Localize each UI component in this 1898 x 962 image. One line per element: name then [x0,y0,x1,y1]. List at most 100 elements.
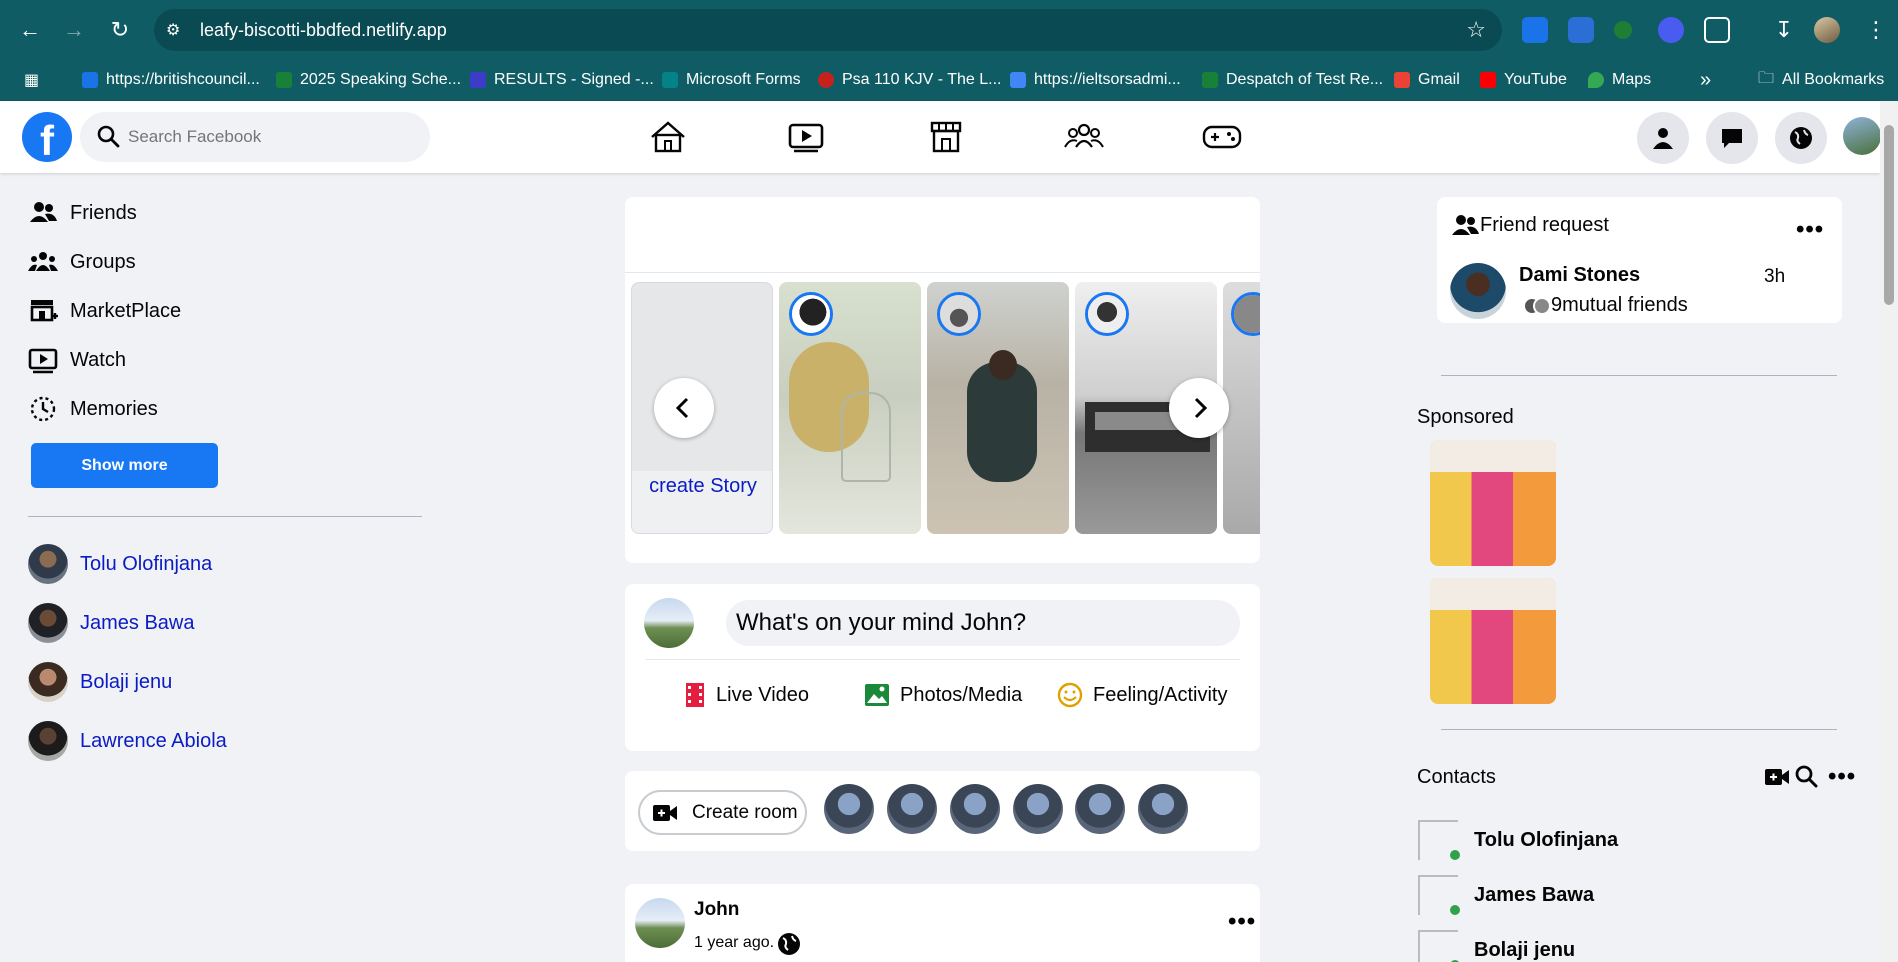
search-input[interactable] [128,124,408,150]
composer-avatar [644,598,694,648]
contacts-options-icon[interactable]: ••• [1828,763,1856,791]
stories-next-button[interactable] [1169,378,1229,438]
page-scrollbar[interactable] [1880,101,1898,962]
sidebar-item-groups[interactable]: Groups [28,245,136,279]
groups-icon[interactable] [1062,115,1106,159]
room-avatar[interactable] [1075,784,1125,834]
search-box[interactable] [80,112,430,162]
contacts-title: Contacts [1417,766,1496,788]
story-card[interactable] [927,282,1069,534]
story-card[interactable] [779,282,921,534]
home-icon[interactable] [646,115,690,159]
smiley-icon [1057,682,1083,708]
menu-kebab-icon[interactable]: ⋮ [1860,14,1892,46]
request-name[interactable]: Dami Stones [1519,264,1640,287]
extension-icon[interactable] [1658,17,1684,43]
marketplace-icon[interactable] [924,115,968,159]
request-time: 3h [1764,266,1786,287]
favicon-icon [1202,72,1218,88]
post-options-icon[interactable]: ••• [1228,908,1256,936]
account-avatar[interactable] [1843,117,1881,155]
sidebar-item-watch[interactable]: Watch [28,343,126,377]
bookmark-item[interactable]: Psa 110 KJV - The L... [818,69,1002,91]
globe-button[interactable] [1775,112,1827,164]
extension-icon[interactable] [1568,17,1594,43]
bookmark-item[interactable]: Microsoft Forms [662,69,801,91]
reload-icon[interactable]: ↻ [104,14,136,46]
room-avatar[interactable] [1013,784,1063,834]
youtube-icon [1480,72,1496,88]
messenger-button[interactable] [1706,112,1758,164]
download-icon[interactable]: ↧ [1768,14,1800,46]
scrollbar-thumb[interactable] [1884,125,1894,305]
url-text[interactable]: leafy-biscotti-bbdfed.netlify.app [200,20,447,41]
sidebar-friend[interactable]: Tolu Olofinjana [28,544,212,584]
bookmark-item[interactable]: 2025 Speaking Sche... [276,69,461,91]
bookmark-star-icon[interactable]: ☆ [1466,17,1486,43]
live-video-button[interactable]: Live Video [684,680,809,710]
sidebar-friend[interactable]: Lawrence Abiola [28,721,227,761]
globe-icon [778,933,800,955]
site-info-icon[interactable]: ⚙ [166,20,186,40]
room-avatar[interactable] [887,784,937,834]
room-avatar[interactable] [1138,784,1188,834]
room-avatar[interactable] [824,784,874,834]
extension-icon[interactable] [1522,17,1548,43]
bookmark-item[interactable]: YouTube [1480,69,1567,91]
post-author-avatar[interactable] [635,898,685,948]
sidebar-item-marketplace[interactable]: MarketPlace [28,294,181,328]
post-author[interactable]: John [694,899,739,921]
room-avatar[interactable] [950,784,1000,834]
all-bookmarks-label: All Bookmarks [1782,71,1885,88]
composer-input[interactable]: What's on your mind John? [726,600,1240,646]
create-room-button[interactable]: Create room [638,790,807,835]
extensions-puzzle-icon[interactable] [1704,17,1730,43]
stories-prev-button[interactable] [654,378,714,438]
sponsored-ad-image[interactable] [1430,440,1556,566]
search-icon[interactable] [1794,764,1820,790]
forward-icon[interactable]: → [58,14,90,46]
groups-icon [28,252,58,271]
bookmark-label: Microsoft Forms [686,71,801,88]
profile-avatar[interactable] [1814,17,1840,43]
sidebar-friend[interactable]: James Bawa [28,603,195,643]
back-icon[interactable]: ← [14,14,46,46]
bookmark-item[interactable]: Despatch of Test Re... [1202,69,1383,91]
feeling-activity-button[interactable]: Feeling/Activity [1057,680,1228,710]
watch-icon[interactable] [784,115,828,159]
sidebar-item-memories[interactable]: Memories [28,392,158,426]
contact-item[interactable]: Bolaji jenu [1418,930,1575,962]
friend-request-options-icon[interactable]: ••• [1796,216,1824,244]
story-image [967,362,1037,482]
profile-button[interactable] [1637,112,1689,164]
bookmark-item[interactable]: https://britishcouncil... [82,69,260,91]
apps-grid-icon[interactable]: ▦ [24,69,39,91]
facebook-logo[interactable]: f [22,112,72,162]
favicon-icon [470,72,486,88]
friends-icon [30,202,57,222]
sidebar-friend[interactable]: Bolaji jenu [28,662,172,702]
sidebar-item-friends[interactable]: Friends [28,196,137,230]
contact-item[interactable]: Tolu Olofinjana [1418,820,1618,860]
more-bookmarks-icon[interactable]: » [1700,69,1711,91]
show-more-button[interactable]: Show more [31,443,218,488]
bookmark-label: Psa 110 KJV - The L... [842,71,1002,88]
request-avatar[interactable] [1450,263,1506,319]
bookmark-item[interactable]: RESULTS - Signed -... [470,69,654,91]
story-image [989,350,1017,380]
bookmark-label: Maps [1612,71,1652,88]
address-bar[interactable]: ⚙ leafy-biscotti-bbdfed.netlify.app ☆ [154,9,1502,51]
gaming-icon[interactable] [1200,115,1244,159]
all-bookmarks[interactable]: 🗀 All Bookmarks [1758,69,1884,91]
photos-media-button[interactable]: Photos/Media [864,680,1022,710]
extension-icon[interactable] [1614,21,1632,39]
sponsored-ad-image[interactable] [1430,578,1556,704]
contact-item[interactable]: James Bawa [1418,875,1594,915]
bookmark-item[interactable]: Maps [1588,69,1651,91]
bookmark-item[interactable]: https://ieltsorsadmi... [1010,69,1181,91]
browser-toolbar: ← → ↻ ⚙ leafy-biscotti-bbdfed.netlify.ap… [0,0,1898,60]
bookmark-item[interactable]: Gmail [1394,69,1460,91]
composer-divider [646,659,1240,660]
video-call-icon[interactable] [1764,766,1790,788]
right-divider [1441,729,1837,730]
